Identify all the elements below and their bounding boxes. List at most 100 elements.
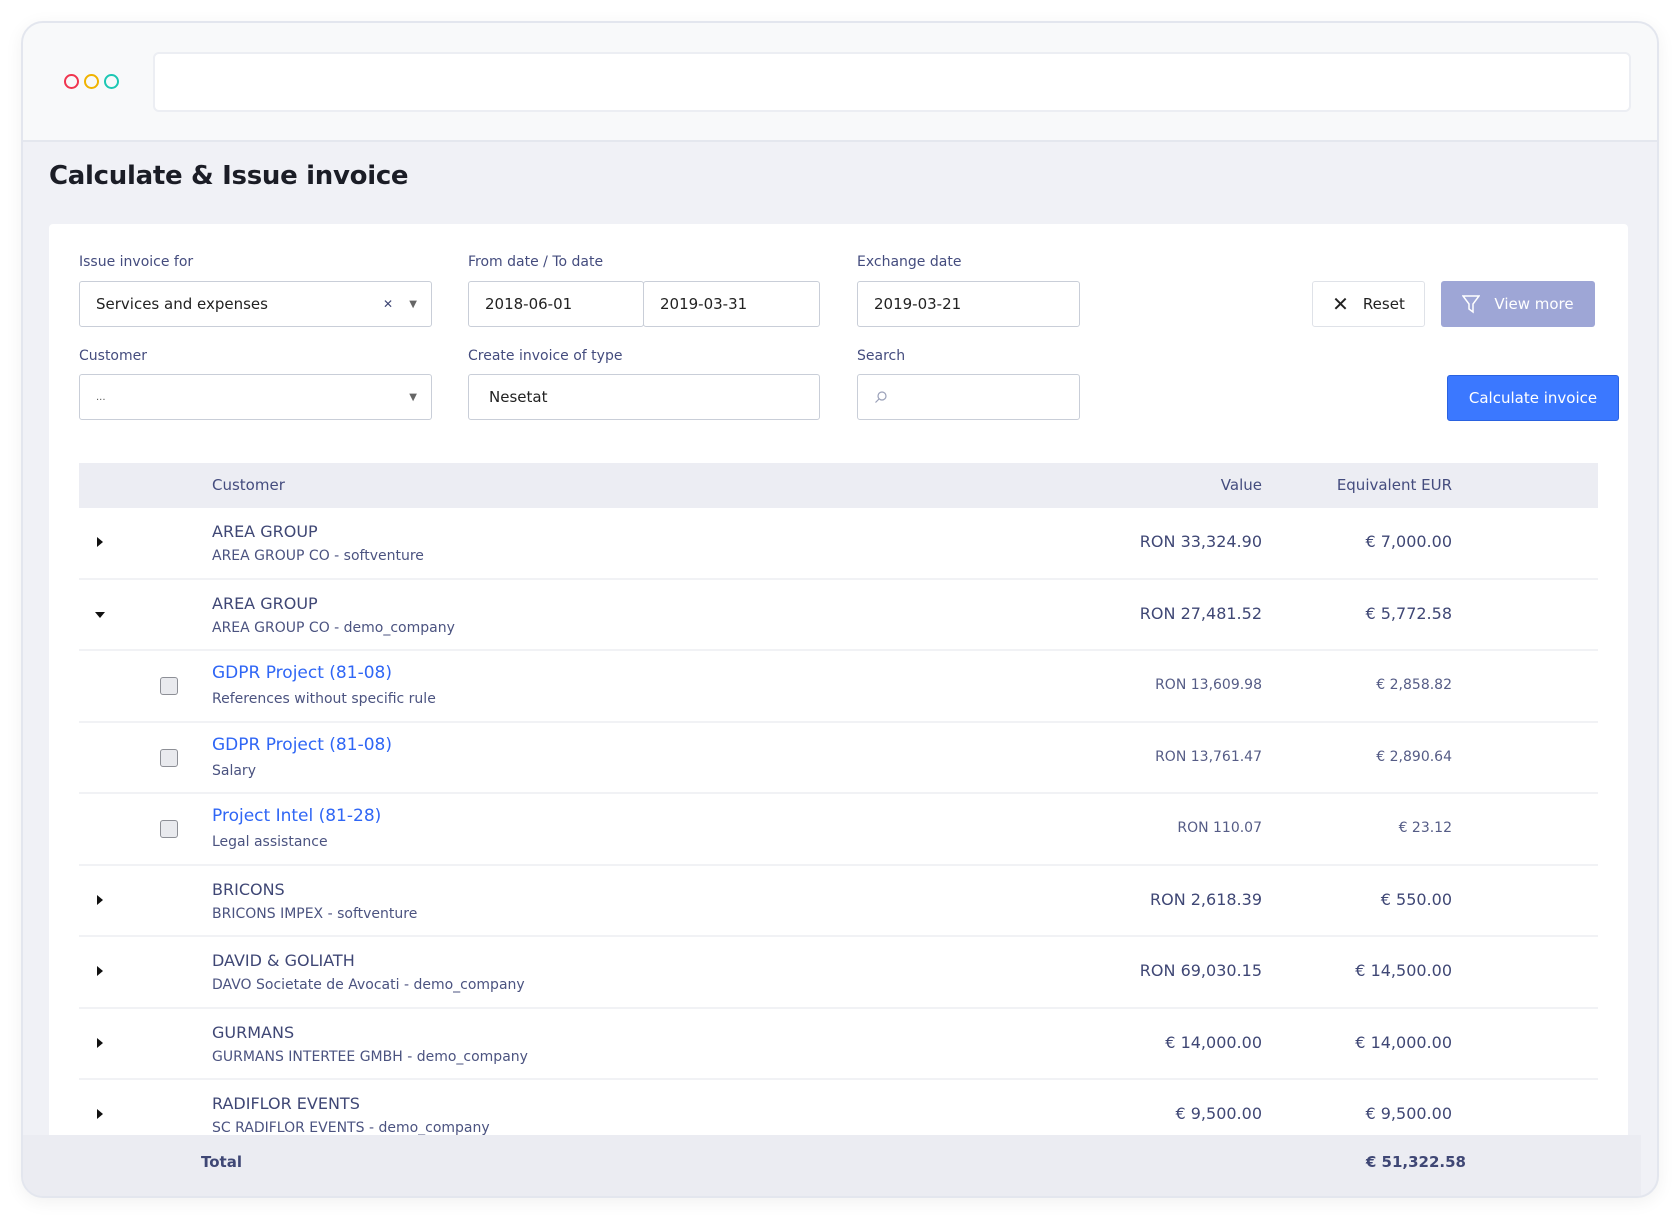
row-name[interactable]: Project Intel (81-28) xyxy=(212,806,381,826)
caret-right-icon[interactable] xyxy=(97,537,103,547)
row-value: RON 13,761.47 xyxy=(1155,748,1262,765)
row-subtitle: GURMANS INTERTEE GMBH - demo_company xyxy=(212,1048,528,1065)
row-name: RADIFLOR EVENTS xyxy=(212,1094,360,1113)
row-value: RON 27,481.52 xyxy=(1139,603,1262,623)
from-date-input[interactable]: 2018-06-01 xyxy=(468,281,644,327)
header-value: Value xyxy=(1220,476,1262,494)
caret-right-icon[interactable] xyxy=(97,966,103,976)
to-date-input[interactable]: 2019-03-31 xyxy=(643,281,820,327)
invoice-type-label: Create invoice of type xyxy=(468,348,623,364)
search-label: Search xyxy=(857,348,906,364)
maximize-dot-icon[interactable] xyxy=(104,74,119,89)
exchange-date-value: 2019-03-21 xyxy=(874,295,962,313)
browser-window: Calculate & Issue invoice Issue invoice … xyxy=(21,21,1659,1198)
minimize-dot-icon[interactable] xyxy=(84,74,99,89)
close-dot-icon[interactable] xyxy=(64,74,79,89)
row-value: RON 33,324.90 xyxy=(1139,532,1262,551)
title-bar xyxy=(23,23,1657,142)
row-subtitle: AREA GROUP CO - demo_company xyxy=(212,619,455,636)
row-name: GURMANS xyxy=(212,1022,295,1042)
issue-for-value: Services and expenses xyxy=(96,295,268,313)
row-eur: € 23.12 xyxy=(1398,820,1452,836)
exchange-date-label: Exchange date xyxy=(857,254,962,270)
calculate-invoice-label: Calculate invoice xyxy=(1468,389,1598,407)
from-date-value: 2018-06-01 xyxy=(485,295,573,313)
invoice-table: Customer Value Equivalent EUR AREA GROUP… xyxy=(79,463,1598,1152)
row-value: RON 2,618.39 xyxy=(1149,889,1262,909)
row-name[interactable]: GDPR Project (81-08) xyxy=(212,735,392,755)
row-eur: € 5,772.58 xyxy=(1365,603,1452,623)
chevron-down-icon: ▼ xyxy=(409,391,417,403)
table-header: Customer Value Equivalent EUR xyxy=(79,463,1598,508)
issue-for-select[interactable]: Services and expenses ✕ ▼ xyxy=(79,281,432,327)
total-footer: Total € 51,322.58 xyxy=(23,1135,1641,1196)
row-eur: € 14,500.00 xyxy=(1355,961,1452,980)
view-more-button[interactable]: View more xyxy=(1441,281,1595,327)
chevron-down-icon: ▼ xyxy=(409,298,417,310)
filter-icon xyxy=(1462,295,1481,314)
header-eur: Equivalent EUR xyxy=(1336,476,1452,494)
row-name: AREA GROUP xyxy=(212,593,318,613)
invoice-type-input[interactable]: Nesetat xyxy=(468,374,820,420)
caret-right-icon[interactable] xyxy=(97,1037,103,1048)
invoice-item-row[interactable]: GDPR Project (81-08) References without s… xyxy=(79,651,1598,723)
invoice-item-row[interactable]: GDPR Project (81-08) Salary RON 13,761.47 €… xyxy=(79,723,1598,794)
row-name[interactable]: GDPR Project (81-08) xyxy=(212,663,392,683)
caret-right-icon[interactable] xyxy=(97,894,103,905)
invoice-card: Issue invoice for Services and expenses … xyxy=(49,224,1628,1164)
page-title: Calculate & Issue invoice xyxy=(49,161,409,191)
reset-button[interactable]: ✕ Reset xyxy=(1312,281,1425,327)
to-date-value: 2019-03-31 xyxy=(660,295,748,313)
reset-label: Reset xyxy=(1362,295,1405,313)
row-eur: € 2,858.82 xyxy=(1376,677,1452,693)
invoice-item-row[interactable]: Project Intel (81-28) Legal assistance RON… xyxy=(79,794,1598,866)
address-bar[interactable] xyxy=(153,52,1631,112)
exchange-date-input[interactable]: 2019-03-21 xyxy=(857,281,1080,327)
row-subtitle: SC RADIFLOR EVENTS - demo_company xyxy=(212,1120,490,1136)
customer-group-row[interactable]: AREA GROUP AREA GROUP CO - softventure RON… xyxy=(79,508,1598,580)
row-name: BRICONS xyxy=(212,879,285,899)
total-label: Total xyxy=(201,1153,242,1171)
customer-value: ... xyxy=(96,391,106,403)
row-checkbox[interactable] xyxy=(160,677,178,695)
customer-label: Customer xyxy=(79,348,148,364)
row-value: € 9,500.00 xyxy=(1175,1104,1262,1123)
row-eur: € 7,000.00 xyxy=(1365,532,1452,551)
issue-for-label: Issue invoice for xyxy=(79,254,194,270)
row-subtitle: References without specific rule xyxy=(212,691,436,707)
row-eur: € 9,500.00 xyxy=(1365,1104,1452,1123)
customer-group-row[interactable]: AREA GROUP AREA GROUP CO - demo_company RO… xyxy=(79,580,1598,651)
row-subtitle: BRICONS IMPEX - softventure xyxy=(212,905,418,922)
row-subtitle: AREA GROUP CO - softventure xyxy=(212,548,424,564)
customer-group-row[interactable]: BRICONS BRICONS IMPEX - softventure RON 2,… xyxy=(79,866,1598,937)
clear-icon[interactable]: ✕ xyxy=(383,297,393,311)
close-icon: ✕ xyxy=(1332,292,1349,316)
view-more-label: View more xyxy=(1494,295,1574,313)
header-customer: Customer xyxy=(212,476,285,494)
customer-group-row[interactable]: DAVID & GOLIATH DAVO Societate de Avocati… xyxy=(79,937,1598,1009)
row-value: € 14,000.00 xyxy=(1165,1032,1262,1052)
total-eur: € 51,322.58 xyxy=(1365,1153,1466,1171)
row-name: AREA GROUP xyxy=(212,522,318,541)
caret-right-icon[interactable] xyxy=(97,1109,103,1119)
caret-down-icon[interactable] xyxy=(95,611,105,618)
row-subtitle: Legal assistance xyxy=(212,834,328,850)
calculate-invoice-button[interactable]: Calculate invoice xyxy=(1447,375,1619,421)
row-subtitle: DAVO Societate de Avocati - demo_company xyxy=(212,977,525,993)
row-checkbox[interactable] xyxy=(160,820,178,838)
invoice-type-value: Nesetat xyxy=(489,388,548,406)
customer-group-row[interactable]: GURMANS GURMANS INTERTEE GMBH - demo_comp… xyxy=(79,1009,1598,1080)
table-body: AREA GROUP AREA GROUP CO - softventure RON… xyxy=(79,508,1598,1152)
row-checkbox[interactable] xyxy=(160,748,178,767)
search-icon xyxy=(875,391,887,403)
row-eur: € 550.00 xyxy=(1380,889,1452,909)
row-value: RON 69,030.15 xyxy=(1139,961,1262,980)
dates-label: From date / To date xyxy=(468,254,604,270)
row-name: DAVID & GOLIATH xyxy=(212,951,355,970)
customer-select[interactable]: ... ▼ xyxy=(79,374,432,420)
row-eur: € 14,000.00 xyxy=(1355,1032,1452,1052)
row-value: RON 110.07 xyxy=(1177,820,1262,836)
row-value: RON 13,609.98 xyxy=(1155,677,1262,693)
row-eur: € 2,890.64 xyxy=(1376,748,1452,765)
search-input[interactable] xyxy=(857,374,1080,420)
